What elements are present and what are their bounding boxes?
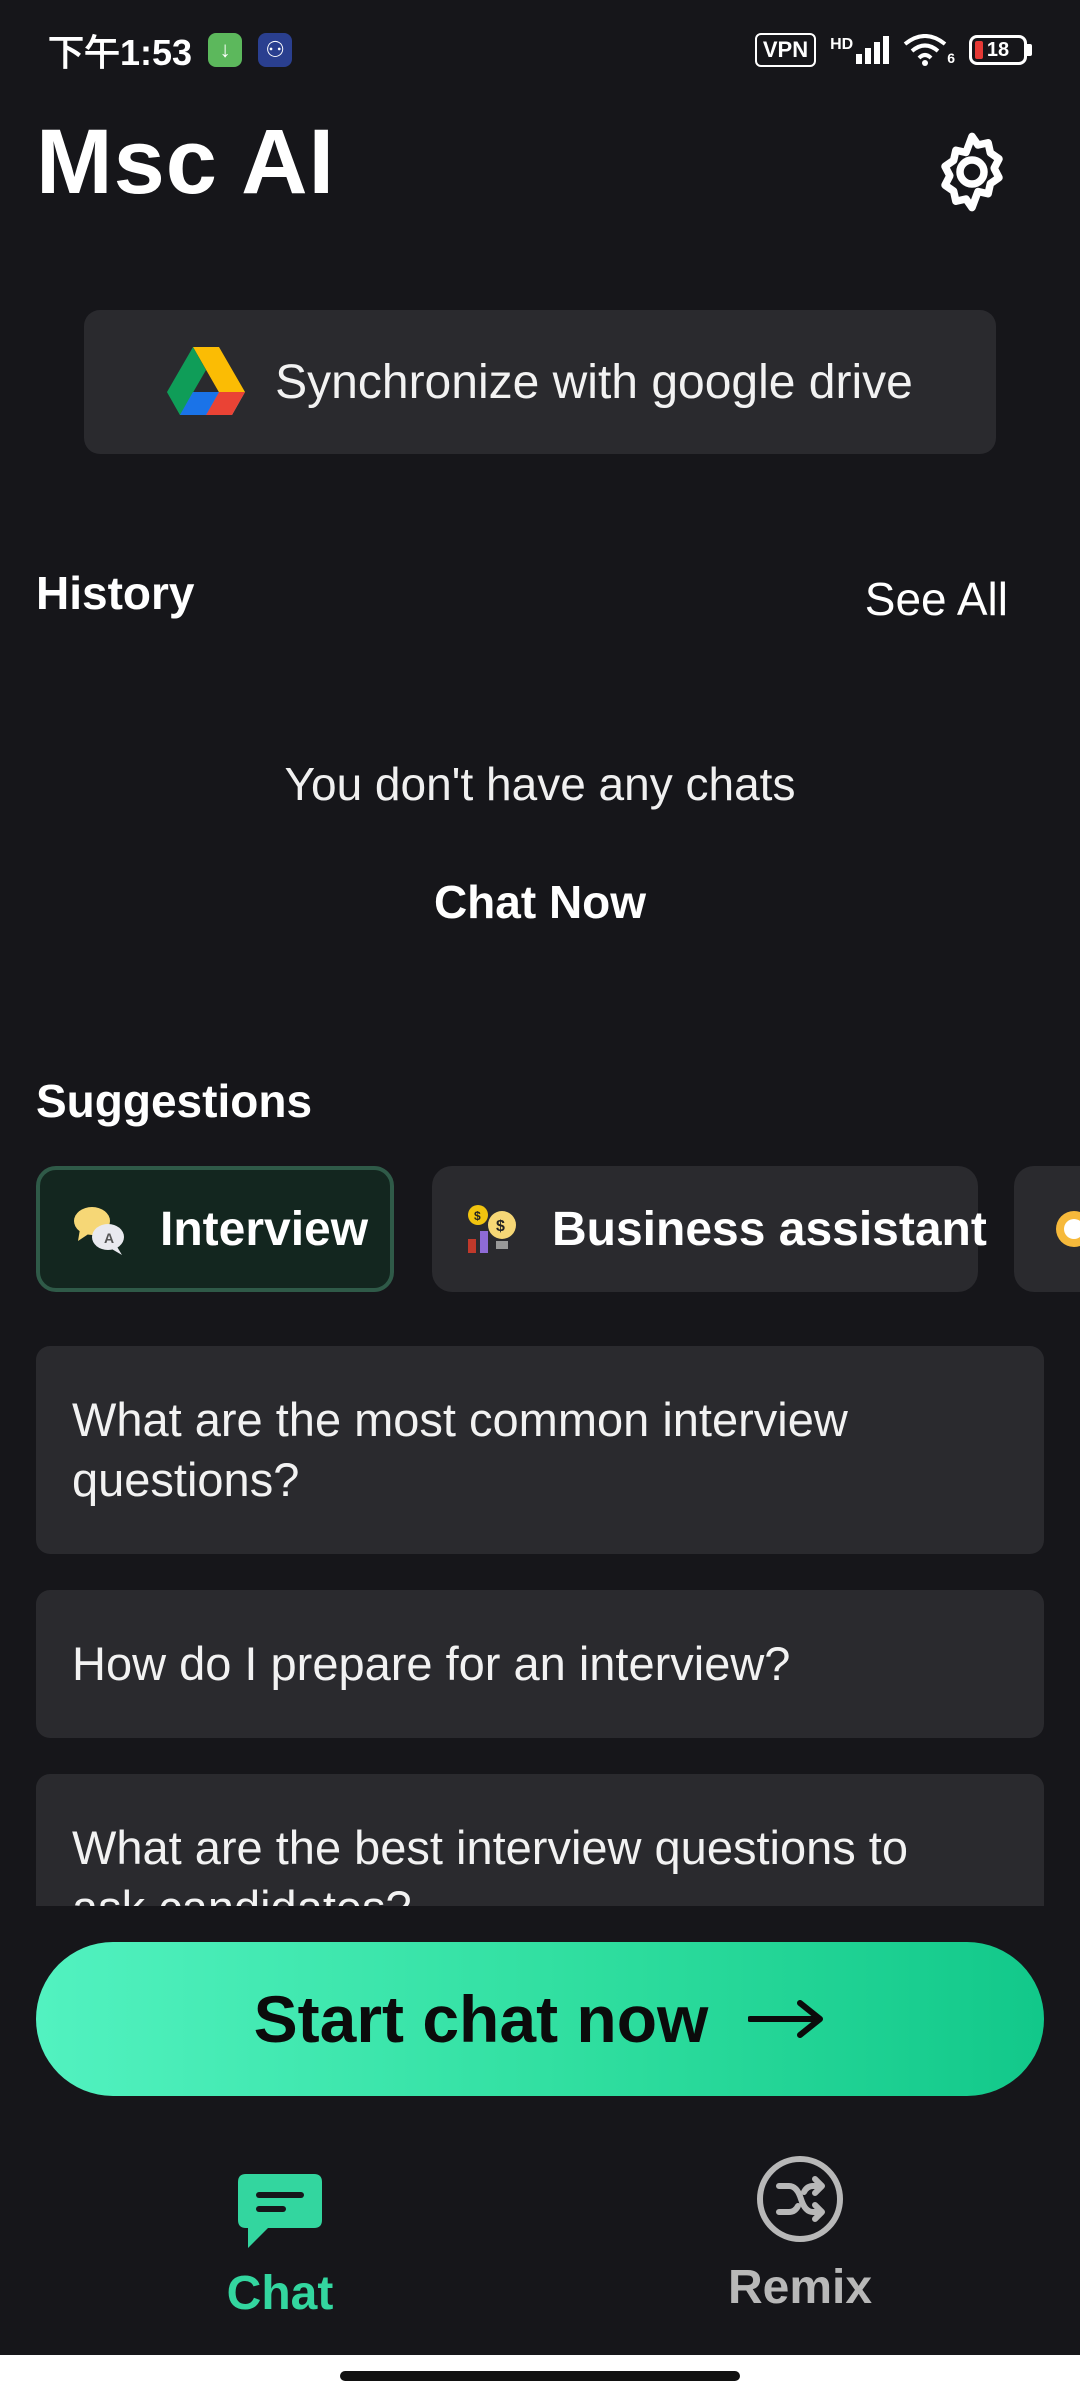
app-notification-icon: ⚇ bbox=[258, 33, 293, 67]
suggested-question[interactable]: What are the best interview questions to… bbox=[36, 1774, 1044, 1906]
code-gear-icon bbox=[1056, 1211, 1080, 1247]
status-time: 下午1:53 bbox=[48, 32, 193, 73]
app-title: Msc AI bbox=[36, 111, 336, 213]
chat-bubbles-icon: A bbox=[74, 1207, 124, 1255]
google-drive-sync-label: Synchronize with google drive bbox=[275, 355, 913, 409]
svg-text:$: $ bbox=[496, 1218, 505, 1235]
settings-button[interactable] bbox=[924, 124, 1020, 220]
start-chat-button[interactable]: Start chat now bbox=[36, 1942, 1044, 2096]
business-chart-icon: $ $ bbox=[468, 1205, 516, 1253]
suggestion-chips: A Interview $ $ Business assistant bbox=[36, 1166, 1080, 1292]
start-chat-label: Start chat now bbox=[253, 1982, 709, 2056]
chat-now-link[interactable]: Chat Now bbox=[0, 875, 1080, 929]
signal-icon: HD bbox=[830, 36, 890, 64]
suggested-question[interactable]: How do I prepare for an interview? bbox=[36, 1590, 1044, 1738]
home-indicator[interactable] bbox=[340, 2371, 740, 2381]
tab-remix-label: Remix bbox=[727, 2261, 873, 2314]
wifi-label: 6 bbox=[947, 50, 955, 66]
empty-history-text: You don't have any chats bbox=[284, 758, 796, 810]
gear-icon bbox=[941, 132, 1003, 212]
vpn-badge: VPN bbox=[754, 33, 817, 67]
chip-label: Business assistant bbox=[552, 1202, 987, 1256]
tab-remix[interactable]: Remix bbox=[650, 2150, 950, 2390]
chip-interview[interactable]: A Interview bbox=[36, 1166, 394, 1292]
download-notification-icon: ↓ bbox=[208, 33, 243, 67]
tab-chat[interactable]: Chat bbox=[130, 2150, 430, 2390]
google-drive-sync-button[interactable]: Synchronize with google drive bbox=[84, 310, 996, 454]
battery-icon: 18 bbox=[969, 35, 1032, 65]
chip-coding[interactable] bbox=[1014, 1166, 1080, 1292]
chip-label: Interview bbox=[160, 1202, 369, 1256]
status-bar: 下午1:53 ↓ ⚇ VPN HD 6 18 bbox=[0, 0, 1080, 100]
chip-business-assistant[interactable]: $ $ Business assistant bbox=[432, 1166, 987, 1292]
suggested-question-text: What are the best interview questions to… bbox=[72, 1821, 908, 1906]
suggestions-title: Suggestions bbox=[36, 1075, 313, 1127]
suggested-question-text: How do I prepare for an interview? bbox=[72, 1637, 791, 1690]
signal-hd-label: HD bbox=[830, 36, 854, 53]
arrow-right-icon bbox=[748, 2000, 824, 2038]
google-drive-icon bbox=[167, 347, 246, 415]
svg-text:$: $ bbox=[474, 1209, 481, 1223]
suggested-question[interactable]: What are the most common interview quest… bbox=[36, 1346, 1044, 1554]
history-title: History bbox=[36, 567, 195, 619]
status-right: VPN HD 6 18 bbox=[754, 33, 1032, 67]
battery-level: 18 bbox=[986, 38, 1010, 61]
svg-text:A: A bbox=[104, 1230, 114, 1246]
suggested-questions: What are the most common interview quest… bbox=[36, 1346, 1044, 1906]
wifi-icon: 6 bbox=[903, 34, 955, 66]
tab-chat-label: Chat bbox=[226, 2267, 334, 2320]
see-all-link[interactable]: See All bbox=[865, 572, 1008, 626]
shuffle-icon bbox=[757, 2156, 843, 2242]
chat-bubble-icon bbox=[238, 2174, 322, 2248]
suggested-question-text: What are the most common interview quest… bbox=[72, 1393, 848, 1506]
status-left: 下午1:53 ↓ ⚇ bbox=[48, 24, 293, 76]
